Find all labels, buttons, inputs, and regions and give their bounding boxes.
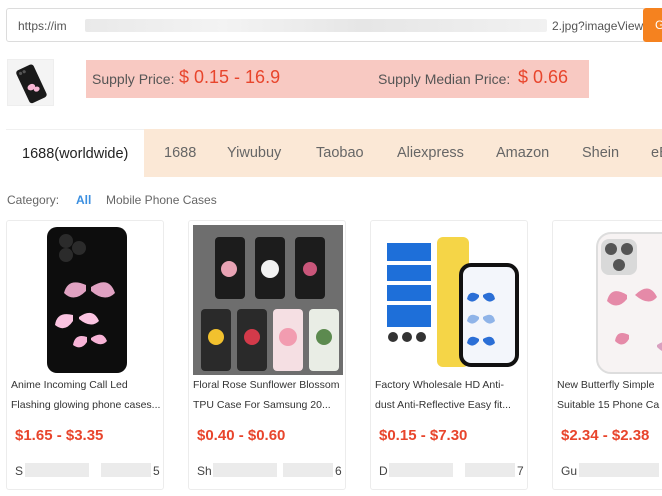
product-title-line1: Floral Rose Sunflower Blossom xyxy=(193,379,340,391)
product-title-line2: Suitable 15 Phone Ca xyxy=(557,399,660,411)
image-url-input[interactable]: https://im 2.jpg?imageView2/ xyxy=(6,8,646,42)
category-label: Category: xyxy=(7,193,60,207)
product-title-line2: TPU Case For Samsung 20... xyxy=(193,399,331,411)
supplier-name-start: D xyxy=(379,464,388,478)
supplier-redacted xyxy=(101,463,151,477)
supplier-name-start: Sh xyxy=(197,464,212,478)
search-button[interactable]: G xyxy=(643,8,662,42)
median-price-label: Supply Median Price: xyxy=(378,71,511,87)
query-image-thumbnail xyxy=(7,59,54,106)
product-title-line2: dust Anti-Reflective Easy fit... xyxy=(375,399,511,411)
product-image xyxy=(11,225,161,375)
supplier-name-end: 7 xyxy=(517,464,524,478)
product-title-line1: Anime Incoming Call Led xyxy=(11,379,128,391)
supply-price-summary: Supply Price: $ 0.15 - 16.9 Supply Media… xyxy=(86,60,589,98)
product-price: $0.15 - $7.30 xyxy=(379,427,468,444)
product-card[interactable]: Floral Rose Sunflower Blossom TPU Case F… xyxy=(188,220,346,490)
source-tabs: 1688(worldwide) 1688 Yiwubuy Taobao Alie… xyxy=(6,129,662,177)
product-image xyxy=(375,225,525,375)
product-image xyxy=(193,225,343,375)
supplier-name-end: 5 xyxy=(153,464,160,478)
tab-ebay[interactable]: eB xyxy=(651,129,662,177)
product-title-line2: Flashing glowing phone cases... xyxy=(11,399,161,411)
supplier-name-start: Gu xyxy=(561,464,578,478)
product-price: $2.34 - $2.38 xyxy=(561,427,650,444)
tab-amazon[interactable]: Amazon xyxy=(496,129,549,177)
supply-price-label: Supply Price: xyxy=(92,71,175,87)
supplier-redacted xyxy=(213,463,277,477)
product-card[interactable]: New Butterfly Simple Suitable 15 Phone C… xyxy=(552,220,662,490)
supplier-name-end: 6 xyxy=(335,464,342,478)
tab-aliexpress[interactable]: Aliexpress xyxy=(397,129,464,177)
tab-1688-worldwide[interactable]: 1688(worldwide) xyxy=(6,129,145,177)
product-title-line1: Factory Wholesale HD Anti- xyxy=(375,379,504,391)
supply-price-value: $ 0.15 - 16.9 xyxy=(179,67,281,87)
category-all[interactable]: All xyxy=(76,193,91,207)
product-image xyxy=(557,225,662,375)
url-text-start: https://im xyxy=(18,19,67,33)
supplier-redacted xyxy=(25,463,89,477)
product-card[interactable]: Anime Incoming Call Led Flashing glowing… xyxy=(6,220,164,490)
supplier-redacted xyxy=(389,463,453,477)
median-price-value: $ 0.66 xyxy=(518,67,569,87)
tab-1688[interactable]: 1688 xyxy=(164,129,196,177)
url-text-end: 2.jpg?imageView2/ xyxy=(552,19,646,33)
product-title-line1: New Butterfly Simple xyxy=(557,379,655,391)
tab-shein[interactable]: Shein xyxy=(582,129,619,177)
product-card[interactable]: Factory Wholesale HD Anti- dust Anti-Ref… xyxy=(370,220,528,490)
url-redacted-segment xyxy=(85,19,547,32)
supplier-redacted xyxy=(579,463,659,477)
category-mobile-phone-cases[interactable]: Mobile Phone Cases xyxy=(106,193,217,207)
supplier-redacted xyxy=(283,463,333,477)
supplier-name-start: S xyxy=(15,464,24,478)
product-price: $0.40 - $0.60 xyxy=(197,427,286,444)
tab-yiwubuy[interactable]: Yiwubuy xyxy=(227,129,281,177)
tab-taobao[interactable]: Taobao xyxy=(316,129,364,177)
supplier-redacted xyxy=(465,463,515,477)
product-price: $1.65 - $3.35 xyxy=(15,427,104,444)
